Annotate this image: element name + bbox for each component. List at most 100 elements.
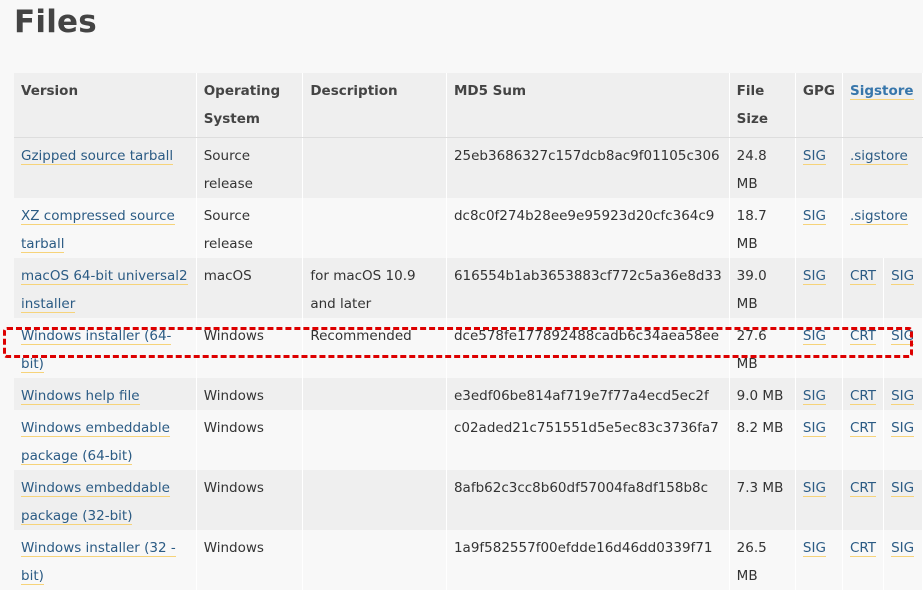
- version-link[interactable]: Windows embeddable package (64-bit): [21, 420, 170, 465]
- sigstore-bundle-link[interactable]: .sigstore: [849, 208, 908, 225]
- size-cell: 9.0 MB: [729, 378, 796, 410]
- version-cell: Gzipped source tarball: [14, 137, 197, 198]
- gpg-sig-link[interactable]: SIG: [802, 540, 826, 557]
- page-title: Files: [14, 4, 97, 40]
- description-cell: Recommended: [302, 318, 447, 378]
- sigstore-sig-link[interactable]: SIG: [891, 328, 915, 345]
- md5-cell: 1a9f582557f00efdde16d46dd0339f71: [446, 530, 730, 590]
- description-cell: [302, 530, 447, 590]
- gpg-sig-link[interactable]: SIG: [802, 388, 826, 405]
- version-cell: Windows help file: [14, 378, 197, 410]
- size-cell: 8.2 MB: [729, 410, 796, 470]
- gpg-cell: SIG: [795, 410, 843, 470]
- version-cell: macOS 64-bit universal2 installer: [14, 258, 197, 318]
- table-row: XZ compressed source tarball Source relea…: [14, 198, 923, 258]
- description-cell: [302, 470, 447, 530]
- header-size: File Size: [729, 73, 796, 138]
- sigstore-sig-link[interactable]: SIG: [891, 388, 915, 405]
- os-cell: Source release: [196, 198, 304, 258]
- gpg-sig-link[interactable]: SIG: [802, 208, 826, 225]
- sigstore-crt-cell: CRT: [842, 258, 885, 318]
- description-cell: [302, 378, 447, 410]
- version-cell: XZ compressed source tarball: [14, 198, 197, 258]
- version-link[interactable]: macOS 64-bit universal2 installer: [21, 268, 188, 313]
- header-os: Operating System: [196, 73, 304, 138]
- size-cell: 27.6 MB: [729, 318, 796, 378]
- md5-cell: c02aded21c751551d5e5ec83c3736fa7: [446, 410, 730, 470]
- header-version: Version: [14, 73, 197, 138]
- table-row: Gzipped source tarball Source release 25eb…: [14, 137, 923, 198]
- table-header-row: Version Operating System Description MD5…: [14, 73, 923, 138]
- sigstore-sig-link[interactable]: SIG: [891, 480, 915, 497]
- sigstore-sig-cell: SIG: [883, 378, 923, 410]
- sigstore-sig-link[interactable]: SIG: [891, 540, 915, 557]
- size-cell: 39.0 MB: [729, 258, 796, 318]
- table-row: Windows installer (32 -bit) Windows 1a9f58…: [14, 530, 923, 590]
- gpg-cell: SIG: [795, 530, 843, 590]
- gpg-cell: SIG: [795, 258, 843, 318]
- size-cell: 24.8 MB: [729, 137, 796, 198]
- header-description: Description: [302, 73, 447, 138]
- header-sigstore: Sigstore: [842, 73, 923, 138]
- sigstore-crt-cell: CRT: [842, 470, 885, 530]
- version-cell: Windows embeddable package (32-bit): [14, 470, 197, 530]
- os-cell: Windows: [196, 530, 304, 590]
- sigstore-crt-link[interactable]: CRT: [849, 480, 877, 497]
- files-table: Version Operating System Description MD5…: [14, 73, 923, 590]
- md5-cell: 8afb62c3cc8b60df57004fa8df158b8c: [446, 470, 730, 530]
- sigstore-sig-link[interactable]: SIG: [891, 268, 915, 285]
- version-cell: Windows embeddable package (64-bit): [14, 410, 197, 470]
- sigstore-crt-link[interactable]: CRT: [849, 268, 877, 285]
- sigstore-crt-cell: CRT: [842, 318, 885, 378]
- gpg-sig-link[interactable]: SIG: [802, 420, 826, 437]
- gpg-cell: SIG: [795, 318, 843, 378]
- gpg-cell: SIG: [795, 137, 843, 198]
- header-md5: MD5 Sum: [446, 73, 730, 138]
- version-link[interactable]: Windows help file: [21, 388, 140, 405]
- sigstore-sig-cell: SIG: [883, 258, 923, 318]
- sigstore-crt-cell: CRT: [842, 410, 885, 470]
- md5-cell: 25eb3686327c157dcb8ac9f01105c306: [446, 137, 730, 198]
- md5-cell: dc8c0f274b28ee9e95923d20cfc364c9: [446, 198, 730, 258]
- sigstore-sig-link[interactable]: SIG: [891, 420, 915, 437]
- gpg-sig-link[interactable]: SIG: [802, 480, 826, 497]
- sigstore-sig-cell: SIG: [883, 530, 923, 590]
- version-link[interactable]: Gzipped source tarball: [21, 148, 174, 165]
- table-row: Windows installer (64-bit) Windows Recomme…: [14, 318, 923, 378]
- sigstore-crt-link[interactable]: CRT: [849, 540, 877, 557]
- sigstore-crt-link[interactable]: CRT: [849, 388, 877, 405]
- size-cell: 26.5 MB: [729, 530, 796, 590]
- header-gpg: GPG: [795, 73, 843, 138]
- os-cell: Windows: [196, 378, 304, 410]
- version-link[interactable]: Windows installer (64-bit): [21, 328, 172, 373]
- sigstore-sig-cell: SIG: [883, 410, 923, 470]
- sigstore-crt-link[interactable]: CRT: [849, 420, 877, 437]
- os-cell: Windows: [196, 470, 304, 530]
- sigstore-sig-cell: SIG: [883, 470, 923, 530]
- md5-cell: dce578fe177892488cadb6c34aea58ee: [446, 318, 730, 378]
- gpg-sig-link[interactable]: SIG: [802, 328, 826, 345]
- gpg-cell: SIG: [795, 470, 843, 530]
- description-cell: [302, 198, 447, 258]
- description-cell: [302, 137, 447, 198]
- sigstore-crt-cell: CRT: [842, 530, 885, 590]
- size-cell: 7.3 MB: [729, 470, 796, 530]
- table-row: Windows embeddable package (32-bit) Windo…: [14, 470, 923, 530]
- description-cell: for macOS 10.9 and later: [302, 258, 447, 318]
- gpg-sig-link[interactable]: SIG: [802, 268, 826, 285]
- version-link[interactable]: XZ compressed source tarball: [21, 208, 175, 253]
- gpg-cell: SIG: [795, 198, 843, 258]
- sigstore-bundle-link[interactable]: .sigstore: [849, 148, 908, 165]
- sigstore-crt-cell: CRT: [842, 378, 885, 410]
- sigstore-header-link[interactable]: Sigstore: [849, 83, 914, 100]
- gpg-cell: SIG: [795, 378, 843, 410]
- sigstore-cell: .sigstore: [842, 137, 923, 198]
- gpg-sig-link[interactable]: SIG: [802, 148, 826, 165]
- version-link[interactable]: Windows installer (32 -bit): [21, 540, 176, 585]
- table-row: Windows help file Windows e3edf06be814af71…: [14, 378, 923, 410]
- version-link[interactable]: Windows embeddable package (32-bit): [21, 480, 170, 525]
- os-cell: Source release: [196, 137, 304, 198]
- sigstore-cell: .sigstore: [842, 198, 923, 258]
- sigstore-crt-link[interactable]: CRT: [849, 328, 877, 345]
- os-cell: Windows: [196, 410, 304, 470]
